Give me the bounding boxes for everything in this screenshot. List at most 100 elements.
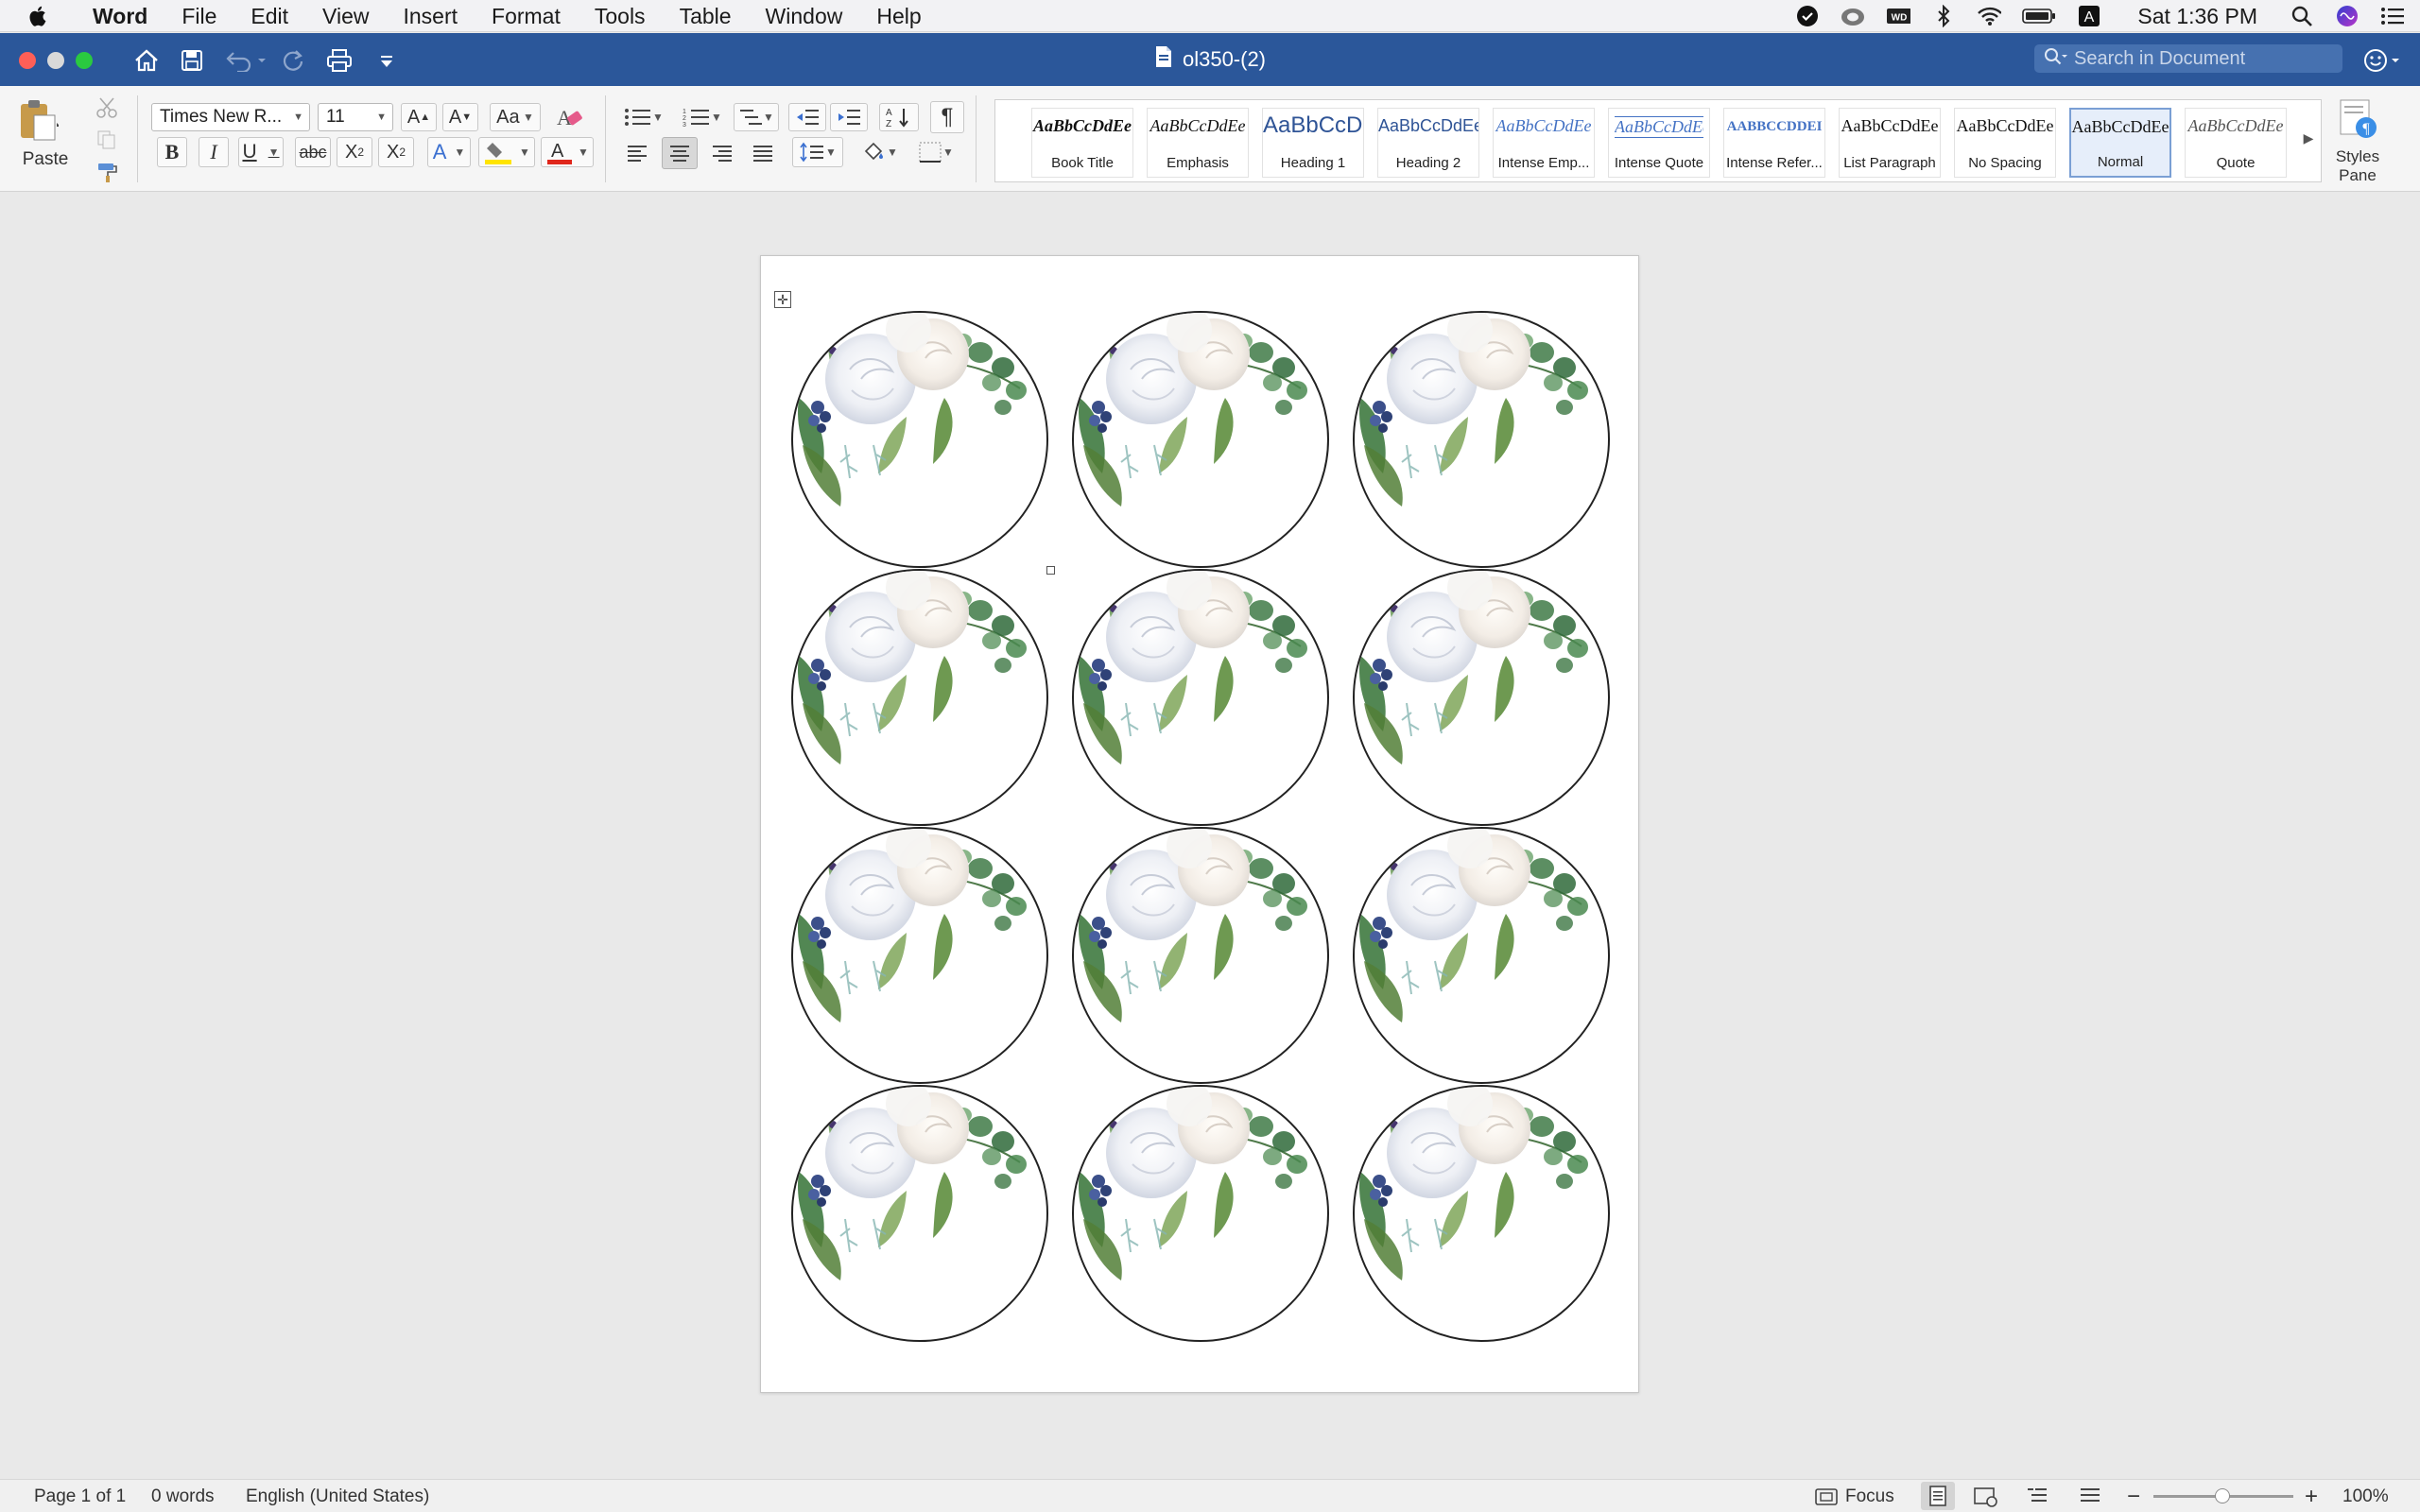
align-right-icon[interactable] [703, 139, 739, 167]
style-quote[interactable]: AaBbCcDdEe Quote [2185, 108, 2287, 178]
style-heading-1[interactable]: AaBbCcDc Heading 1 [1262, 108, 1364, 178]
focus-mode-label[interactable]: Focus [1845, 1480, 1894, 1512]
borders-icon[interactable]: ▼ [909, 137, 962, 167]
circle-label[interactable] [1072, 569, 1329, 826]
language-status[interactable]: English (United States) [246, 1480, 429, 1512]
increase-indent-icon[interactable] [830, 103, 868, 131]
focus-mode-icon[interactable] [1815, 1487, 1838, 1511]
font-name-combo[interactable]: Times New R... ▼ [151, 103, 310, 131]
menu-insert[interactable]: Insert [386, 0, 475, 32]
circle-label[interactable] [791, 827, 1048, 1084]
circle-label[interactable] [1072, 311, 1329, 568]
circle-label[interactable] [1353, 569, 1610, 826]
style-intense-quote[interactable]: AaBbCcDdEe Intense Quote [1608, 108, 1710, 178]
line-spacing-icon[interactable]: ▼ [792, 137, 843, 167]
zoom-in-button[interactable]: + [2305, 1480, 2318, 1512]
align-center-icon[interactable] [662, 137, 698, 169]
circle-label[interactable] [791, 569, 1048, 826]
menu-table[interactable]: Table [663, 0, 749, 32]
gallery-next-arrow-icon[interactable]: ▶ [2299, 124, 2318, 152]
spotlight-search-icon[interactable] [2290, 4, 2314, 28]
menu-edit[interactable]: Edit [233, 0, 305, 32]
checkmark-badge-icon[interactable] [1795, 4, 1820, 28]
notification-center-icon[interactable] [2380, 4, 2405, 28]
style-list-paragraph[interactable]: AaBbCcDdEe List Paragraph [1839, 108, 1941, 178]
style-no-spacing[interactable]: AaBbCcDdEe No Spacing [1954, 108, 2056, 178]
battery-icon[interactable] [2022, 4, 2056, 28]
shading-bucket-icon[interactable]: ▼ [855, 137, 904, 167]
circle-label[interactable] [1072, 1085, 1329, 1342]
cell-resize-handle[interactable] [1046, 566, 1055, 575]
feedback-smiley-icon[interactable] [2363, 44, 2405, 77]
underline-button[interactable]: U ▼ [238, 137, 284, 167]
style-book-title[interactable]: AaBbCcDdEe Book Title [1031, 108, 1133, 178]
page-count-status[interactable]: Page 1 of 1 [34, 1480, 126, 1512]
circle-label[interactable] [1353, 311, 1610, 568]
circle-label[interactable] [791, 311, 1048, 568]
style-intense-emphasis[interactable]: AaBbCcDdEe Intense Emp... [1493, 108, 1595, 178]
circle-label[interactable] [1353, 827, 1610, 1084]
circle-label[interactable] [791, 1085, 1048, 1342]
creative-cloud-icon[interactable] [1841, 4, 1865, 28]
highlight-color-icon[interactable]: ▼ [478, 137, 535, 167]
paste-label[interactable]: Paste [17, 148, 74, 171]
styles-pane-icon[interactable]: ¶ [2329, 97, 2386, 141]
word-count-status[interactable]: 0 words [151, 1480, 215, 1512]
change-case-icon[interactable]: Aa ▼ [490, 103, 541, 131]
format-painter-icon[interactable] [93, 158, 121, 186]
cut-scissors-icon[interactable] [93, 94, 121, 122]
search-input[interactable] [2074, 47, 2329, 70]
superscript-button[interactable]: X2 [378, 137, 414, 167]
wd-drive-icon[interactable]: WD [1886, 4, 1911, 28]
web-layout-view-icon[interactable] [1974, 1486, 1998, 1512]
zoom-slider-thumb[interactable] [2215, 1488, 2230, 1503]
show-formatting-marks-icon[interactable]: ¶ [930, 101, 964, 133]
menu-app-word[interactable]: Word [76, 0, 164, 32]
decrease-indent-icon[interactable] [788, 103, 826, 131]
subscript-button[interactable]: X2 [337, 137, 372, 167]
strikethrough-button[interactable]: abc [295, 137, 331, 167]
menu-help[interactable]: Help [859, 0, 938, 32]
font-color-icon[interactable]: A ▼ [541, 137, 594, 167]
circle-label[interactable] [1072, 827, 1329, 1084]
justify-icon[interactable] [745, 139, 781, 167]
input-source-icon[interactable]: A [2077, 4, 2101, 28]
print-layout-view-icon[interactable] [1921, 1482, 1955, 1510]
font-size-combo[interactable]: 11 ▼ [318, 103, 393, 131]
search-in-document-box[interactable] [2034, 44, 2342, 73]
multilevel-list-icon[interactable]: ▼ [734, 103, 779, 131]
menu-file[interactable]: File [164, 0, 233, 32]
outline-view-icon[interactable] [2027, 1486, 2048, 1510]
style-heading-2[interactable]: AaBbCcDdEe Heading 2 [1377, 108, 1479, 178]
text-effects-icon[interactable]: A ▼ [427, 137, 471, 167]
siri-icon[interactable] [2335, 4, 2360, 28]
zoom-out-button[interactable]: − [2127, 1480, 2140, 1512]
style-intense-reference[interactable]: AABBCCDDEI Intense Refer... [1723, 108, 1825, 178]
italic-button[interactable]: I [199, 137, 229, 167]
draft-view-icon[interactable] [2080, 1486, 2100, 1510]
menu-view[interactable]: View [305, 0, 386, 32]
document-page[interactable]: ✛ [760, 255, 1639, 1393]
circle-label[interactable] [1353, 1085, 1610, 1342]
menu-format[interactable]: Format [475, 0, 578, 32]
paste-clipboard-icon[interactable] [13, 97, 62, 143]
style-normal[interactable]: AaBbCcDdEe Normal [2069, 108, 2171, 178]
table-move-handle-icon[interactable]: ✛ [774, 291, 791, 308]
clear-formatting-icon[interactable]: A [552, 101, 588, 133]
sort-icon[interactable]: AZ [879, 103, 919, 131]
bold-icon[interactable] [159, 232, 187, 260]
styles-pane-label[interactable]: Styles Pane [2318, 145, 2397, 188]
menu-window[interactable]: Window [749, 0, 860, 32]
wifi-icon[interactable] [1977, 4, 2002, 28]
align-left-icon[interactable] [620, 139, 656, 167]
bullets-icon[interactable]: ▼ [616, 103, 671, 131]
style-emphasis[interactable]: AaBbCcDdEe Emphasis [1147, 108, 1249, 178]
numbering-icon[interactable]: 1 2 3 ▼ [675, 103, 730, 131]
grow-font-icon[interactable]: A ▲ [401, 103, 437, 131]
menu-tools[interactable]: Tools [578, 0, 663, 32]
menubar-clock[interactable]: Sat 1:36 PM [2137, 4, 2257, 29]
shrink-font-icon[interactable]: A ▼ [442, 103, 478, 131]
copy-icon[interactable] [93, 126, 121, 154]
bluetooth-icon[interactable] [1931, 4, 1956, 28]
zoom-percentage[interactable]: 100% [2342, 1480, 2389, 1512]
